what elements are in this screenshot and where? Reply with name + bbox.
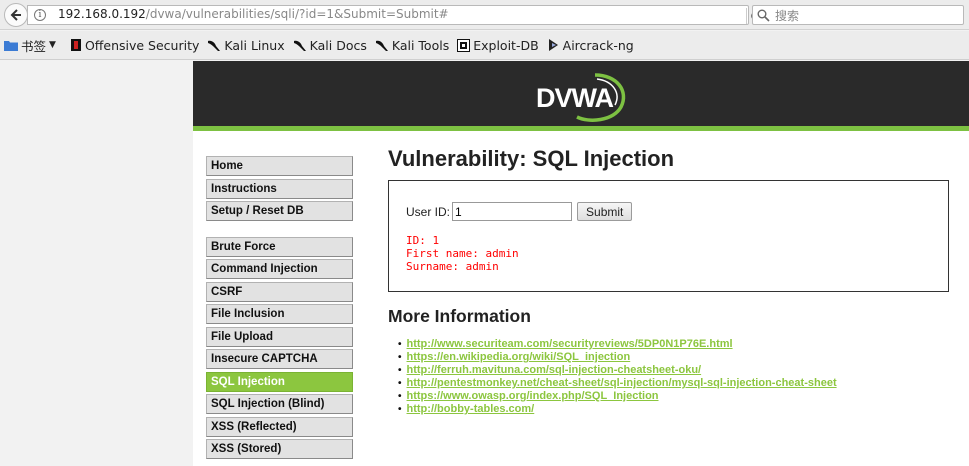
info-link-ferruh[interactable]: http://ferruh.mavituna.com/sql-injection… (407, 364, 702, 376)
folder-icon (4, 41, 18, 51)
kali-dragon-icon (375, 40, 388, 51)
user-id-input[interactable] (452, 202, 573, 221)
bookmark-label: Exploit-DB (473, 37, 539, 53)
menu-item-xss-stored[interactable]: XSS (Stored) (206, 439, 353, 459)
url-text[interactable]: 192.168.0.192/dvwa/vulnerabilities/sqli/… (58, 7, 449, 21)
dvwa-container: DVWA Home Instructions Setup / Reset DB … (193, 61, 969, 466)
result-first-name: First name: admin (406, 247, 519, 260)
search-bar[interactable]: 搜索 (752, 5, 964, 25)
result-surname: Surname: admin (406, 260, 499, 273)
menu-item-xss-reflected[interactable]: XSS (Reflected) (206, 416, 353, 437)
bookmark-label: Aircrack-ng (562, 37, 634, 53)
bookmark-aircrack-ng[interactable]: Aircrack-ng (547, 38, 634, 53)
user-id-form: User ID: Submit (406, 202, 633, 221)
list-item: http://www.securiteam.com/securityreview… (407, 338, 837, 351)
offensive-security-icon (70, 39, 81, 51)
search-icon (757, 9, 770, 22)
bookmark-label: Offensive Security (84, 37, 200, 53)
menu-item-setup-reset-db[interactable]: Setup / Reset DB (206, 201, 353, 221)
page-title: Vulnerability: SQL Injection (388, 146, 675, 171)
list-item: https://www.owasp.org/index.php/SQL_Inje… (407, 390, 837, 403)
bookmarks-folder-label: 书签 (21, 38, 47, 54)
back-arrow-icon (10, 9, 21, 21)
bookmark-label: Kali Docs (309, 37, 367, 53)
menu-item-csrf[interactable]: CSRF (206, 281, 353, 302)
info-link-bobby-tables[interactable]: http://bobby-tables.com/ (407, 403, 535, 415)
vulnerable-code-area: User ID: Submit ID: 1 First name: admin … (388, 180, 949, 292)
url-path: /dvwa/vulnerabilities/sqli/?id=1&Submit=… (145, 7, 449, 21)
menu-item-instructions[interactable]: Instructions (206, 178, 353, 199)
menu-divider (206, 224, 353, 237)
info-link-wikipedia[interactable]: https://en.wikipedia.org/wiki/SQL_inject… (407, 351, 631, 363)
bookmarks-bar: 书签 ▼ Offensive Security Kali Linux Kali … (0, 31, 969, 60)
more-information-links: http://www.securiteam.com/securityreview… (407, 338, 837, 416)
menu-item-file-inclusion[interactable]: File Inclusion (206, 304, 353, 324)
chevron-down-icon: ▼ (49, 40, 56, 50)
menu-item-insecure-captcha[interactable]: Insecure CAPTCHA (206, 349, 353, 369)
menu-item-command-injection[interactable]: Command Injection (206, 259, 353, 279)
url-host: 192.168.0.192 (58, 7, 146, 21)
menu-item-sql-injection-blind[interactable]: SQL Injection (Blind) (206, 394, 353, 414)
page-viewport: DVWA Home Instructions Setup / Reset DB … (0, 61, 969, 466)
info-link-owasp[interactable]: https://www.owasp.org/index.php/SQL_Inje… (407, 390, 659, 402)
browser-toolbar: i 192.168.0.192/dvwa/vulnerabilities/sql… (0, 0, 969, 30)
bookmark-kali-docs[interactable]: Kali Docs (293, 38, 367, 53)
kali-dragon-icon (208, 40, 221, 51)
info-icon[interactable]: i (34, 9, 46, 21)
bookmark-label: Kali Linux (224, 37, 285, 53)
list-item: https://en.wikipedia.org/wiki/SQL_inject… (407, 351, 837, 364)
list-item: http://pentestmonkey.net/cheat-sheet/sql… (407, 377, 837, 390)
dvwa-logo: DVWA (536, 73, 626, 122)
logo-text: DVWA (536, 83, 614, 113)
more-information-heading: More Information (388, 306, 531, 326)
url-bar[interactable]: i 192.168.0.192/dvwa/vulnerabilities/sql… (27, 5, 761, 25)
dvwa-header: DVWA (193, 61, 969, 131)
main-content: Vulnerability: SQL Injection User ID: Su… (388, 146, 953, 415)
menu-item-home[interactable]: Home (206, 156, 353, 176)
bookmark-exploit-db[interactable]: Exploit-DB (457, 37, 539, 53)
bookmark-kali-linux[interactable]: Kali Linux (207, 37, 285, 53)
bookmark-kali-tools[interactable]: Kali Tools (375, 38, 449, 53)
sidebar-menu: Home Instructions Setup / Reset DB Brute… (206, 156, 353, 462)
menu-item-brute-force[interactable]: Brute Force (206, 236, 353, 257)
menu-item-file-upload[interactable]: File Upload (206, 326, 353, 347)
bookmark-offensive-security[interactable]: Offensive Security (70, 38, 199, 53)
menu-item-sql-injection[interactable]: SQL Injection (206, 371, 353, 392)
user-id-label: User ID: (406, 204, 451, 219)
query-result: ID: 1 First name: admin Surname: admin (406, 234, 519, 273)
back-button[interactable] (4, 3, 28, 27)
search-placeholder: 搜索 (775, 9, 800, 23)
list-item: http://ferruh.mavituna.com/sql-injection… (407, 364, 837, 377)
info-link-pentestmonkey[interactable]: http://pentestmonkey.net/cheat-sheet/sql… (407, 377, 837, 389)
bookmark-label: Kali Tools (391, 37, 450, 53)
result-id: ID: 1 (406, 234, 440, 247)
bookmarks-folder[interactable]: 书签 ▼ (4, 36, 56, 55)
kali-dragon-icon (293, 40, 306, 51)
list-item: http://bobby-tables.com/ (407, 403, 837, 416)
exploit-db-icon (457, 38, 471, 52)
aircrack-icon (548, 39, 558, 51)
submit-button[interactable]: Submit (577, 202, 633, 221)
info-link-securiteam[interactable]: http://www.securiteam.com/securityreview… (407, 338, 733, 350)
